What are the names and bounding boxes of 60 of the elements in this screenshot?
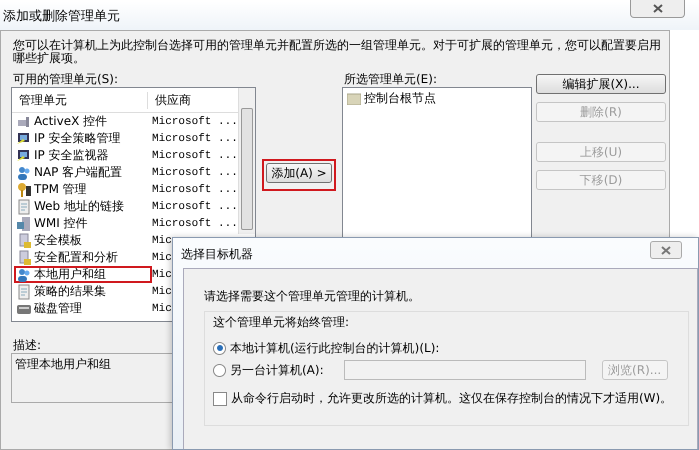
close-icon bbox=[652, 4, 662, 13]
dialog-title: 选择目标机器 bbox=[180, 246, 254, 263]
key-icon bbox=[16, 182, 32, 198]
vendor-cell: Microsoft ... bbox=[152, 200, 238, 212]
close-button[interactable] bbox=[650, 241, 682, 259]
snapin-name[interactable]: ActiveX 控件 bbox=[34, 113, 108, 130]
snapin-name[interactable]: WMI 控件 bbox=[34, 215, 88, 232]
snapin-name[interactable]: 安全配置和分析 bbox=[34, 249, 118, 266]
computer-name-field[interactable] bbox=[344, 360, 586, 380]
users-icon bbox=[16, 164, 32, 180]
checkbox[interactable] bbox=[213, 392, 227, 406]
page-icon bbox=[16, 198, 32, 214]
close-icon bbox=[661, 246, 671, 254]
instructions-text: 您可以在计算机上为此控制台选择可用的管理单元并配置所选的一组管理单元。对于可扩展的管理单元，您可以配置要启用哪些扩展项。 bbox=[13, 39, 662, 65]
action-button[interactable]: 编辑扩展(X)... bbox=[536, 74, 666, 94]
close-button[interactable] bbox=[630, 0, 685, 18]
prompt-text: 请选择需要这个管理单元管理的计算机。 bbox=[204, 289, 420, 303]
column-header[interactable]: 管理单元 bbox=[12, 92, 148, 108]
snapin-name[interactable]: 磁盘管理 bbox=[34, 300, 82, 317]
snapin-name[interactable]: IP 安全策略管理 bbox=[34, 130, 121, 147]
vendor-cell: Microsoft ... bbox=[152, 218, 238, 230]
users-icon bbox=[16, 266, 32, 282]
vendor-cell: Microsoft ... bbox=[152, 132, 238, 144]
group-label: 这个管理单元将始终管理: bbox=[213, 314, 350, 331]
scroll-thumb[interactable] bbox=[241, 108, 253, 230]
snapin-name[interactable]: 本地用户和组 bbox=[34, 266, 106, 283]
vendor-cell: Microsoft ... bbox=[152, 150, 238, 162]
window-title: 添加或删除管理单元 bbox=[2, 8, 121, 25]
description-label: 描述: bbox=[13, 337, 42, 351]
radio-button[interactable] bbox=[213, 342, 226, 354]
add-button[interactable]: 添加(A) > bbox=[266, 163, 332, 183]
monitor-icon bbox=[16, 148, 32, 164]
vendor-cell: Mic bbox=[152, 252, 172, 264]
selected-label: 所选管理单元(E): bbox=[344, 71, 438, 85]
monitor-icon bbox=[16, 130, 32, 146]
vendor-cell: Mic bbox=[152, 234, 172, 246]
snapin-name[interactable]: NAP 客户端配置 bbox=[34, 164, 122, 181]
radio-button[interactable] bbox=[213, 364, 226, 376]
server-icon bbox=[16, 216, 32, 232]
radio-label: 本地计算机(运行此控制台的计算机)(L): bbox=[230, 340, 440, 356]
vendor-cell: Microsoft ... bbox=[152, 166, 238, 178]
vendor-cell: Mic bbox=[152, 286, 172, 298]
radio-label: 另一台计算机(A): bbox=[230, 362, 324, 378]
folder-icon bbox=[347, 92, 361, 104]
available-label: 可用的管理单元(S): bbox=[13, 71, 120, 85]
vendor-cell: Microsoft ... bbox=[152, 184, 238, 196]
vendor-cell: Microsoft ... bbox=[152, 116, 238, 128]
snapin-name[interactable]: 安全模板 bbox=[34, 232, 82, 249]
page-icon bbox=[16, 284, 32, 300]
snapin-name[interactable]: TPM 管理 bbox=[34, 181, 87, 198]
snapin-name[interactable]: IP 安全监视器 bbox=[34, 147, 109, 164]
vendor-cell: Mic bbox=[152, 302, 172, 314]
tree-item[interactable]: 控制台根节点 bbox=[364, 90, 436, 107]
vendor-cell: Mic bbox=[152, 268, 172, 280]
snapin-name[interactable]: 策略的结果集 bbox=[34, 283, 106, 300]
checkbox-label: 从命令行启动时，允许更改所选的计算机。这仅在保存控制台的情况下才适用(W)。 bbox=[231, 390, 672, 407]
snapin-name[interactable]: Web 地址的链接 bbox=[34, 198, 124, 215]
column-header[interactable]: 供应商 bbox=[148, 92, 191, 108]
scrollbar[interactable] bbox=[238, 88, 255, 234]
description-text: 管理本地用户和组 bbox=[15, 357, 111, 371]
